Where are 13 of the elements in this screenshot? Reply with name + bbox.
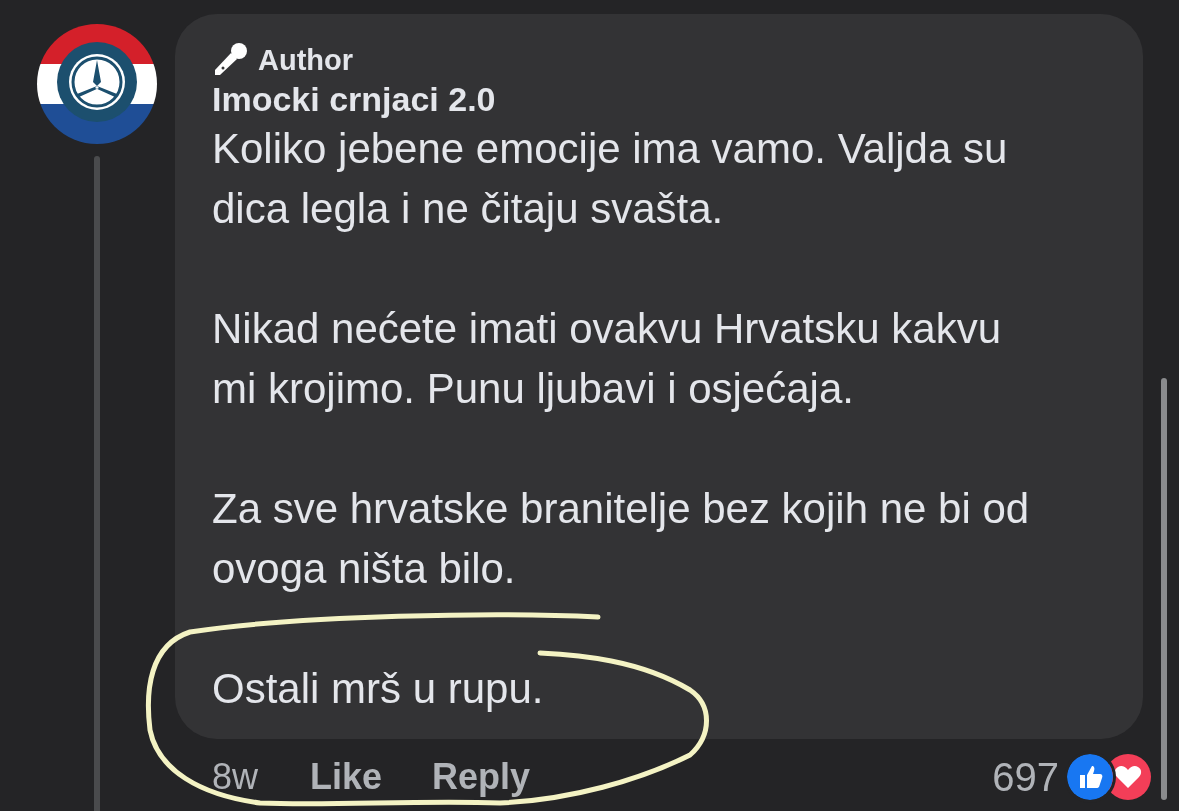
comment-text: Koliko jebene emocije ima vamo. Valjda su dica legla i ne čitaju svašta. <box>212 124 1009 234</box>
comment-text: Ostali mrš u rupu. <box>212 664 545 714</box>
scrollbar[interactable] <box>1161 378 1167 800</box>
action-link[interactable]: Like <box>310 756 383 798</box>
author-label: Author <box>258 43 354 77</box>
comment-text: Za sve hrvatske branitelje bez kojih ne bi od ovoga ništa bilo. <box>212 484 1031 594</box>
comment-time: 8w <box>212 756 259 798</box>
microphone-icon <box>212 42 248 78</box>
comment-text: Nikad nećete imati ovakvu Hrvatsku kakvu mi krojimo. Punu ljubavi i osjećaja. <box>212 304 1002 414</box>
action-link[interactable]: Reply <box>432 756 531 798</box>
author-name[interactable]: Imocki crnjaci 2.0 <box>212 80 1113 119</box>
like-reaction-icon <box>1067 754 1113 800</box>
reaction-count[interactable]: 697 <box>992 754 1059 800</box>
